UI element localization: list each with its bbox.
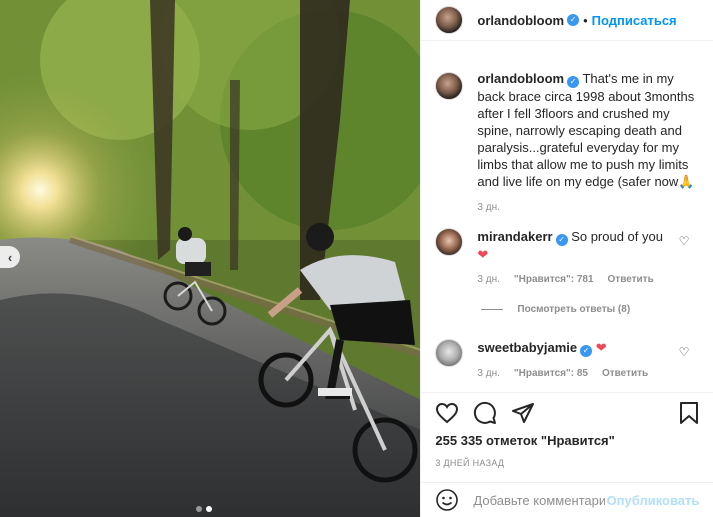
caption-username[interactable]: orlandobloom [477, 71, 564, 86]
author-avatar[interactable] [435, 6, 464, 34]
verified-icon: ✓ [580, 345, 593, 357]
comment-input[interactable] [471, 491, 607, 509]
comment-like-heart-icon[interactable]: ♡ [679, 345, 690, 359]
post-header: orlandobloom ✓ • Подписаться [421, 0, 713, 41]
reply-button[interactable]: Ответить [608, 271, 654, 288]
caption-text-block: orlandobloom ✓ That's me in my back brace… [477, 70, 703, 190]
post-actions-section: 255 335 отметок "Нравится" 3 ДНЕЙ НАЗАД [421, 392, 713, 468]
cycling-photo [0, 0, 421, 517]
verified-icon: ✓ [555, 234, 568, 246]
reply-button[interactable]: Ответить [602, 365, 648, 382]
comment-text: So proud of you [571, 229, 663, 244]
likes-count[interactable]: 255 335 отметок "Нравится" [421, 433, 713, 448]
comment-item: mirandakerr ✓ So proud of you ❤ 3 дн. "Нр… [435, 228, 703, 288]
red-heart-emoji: ❤ [477, 247, 489, 262]
header-separator: • [583, 12, 588, 28]
comment-likes[interactable]: "Нравится": 85 [514, 365, 588, 382]
comment-item: sweetbabyjamie ✓ ❤ 3 дн. "Нравится": 85 О… [435, 339, 703, 382]
view-replies-button[interactable]: Посмотреть ответы (8) [481, 304, 630, 315]
red-heart-emoji: ❤ [595, 340, 607, 355]
post-side-panel: orlandobloom ✓ • Подписаться orlandobloo… [420, 0, 713, 517]
comment-username[interactable]: sweetbabyjamie [477, 340, 577, 355]
comment-likes[interactable]: "Нравится": 781 [514, 271, 594, 288]
publish-button[interactable]: Опубликовать [607, 493, 700, 508]
follow-button[interactable]: Подписаться [592, 13, 677, 28]
comment-username[interactable]: mirandakerr [477, 229, 552, 244]
carousel-dot [196, 506, 202, 512]
caption-time[interactable]: 3 дн. [477, 202, 703, 213]
comment-meta: 3 дн. "Нравится": 85 Ответить [477, 365, 682, 382]
comment-time[interactable]: 3 дн. [477, 271, 499, 288]
bookmark-icon[interactable] [679, 401, 699, 425]
add-comment-bar: Опубликовать [421, 482, 713, 517]
caption-avatar[interactable] [435, 72, 464, 100]
chevron-left-icon: ‹ [7, 249, 13, 265]
share-icon[interactable] [511, 402, 535, 424]
post-dialog: ‹ orlandobloom ✓ • Подписаться orlandobl… [0, 0, 713, 517]
commenter-avatar[interactable] [435, 339, 464, 367]
comment-meta: 3 дн. "Нравится": 781 Ответить [477, 271, 682, 288]
view-replies-label: Посмотреть ответы (8) [517, 304, 631, 315]
commenter-avatar[interactable] [435, 228, 464, 256]
comment-icon[interactable] [473, 401, 497, 425]
action-bar [421, 393, 713, 433]
post-photo[interactable]: ‹ [0, 0, 421, 517]
author-username[interactable]: orlandobloom [477, 13, 564, 28]
post-timestamp[interactable]: 3 ДНЕЙ НАЗАД [421, 458, 713, 468]
comment-body: mirandakerr ✓ So proud of you ❤ 3 дн. "Нр… [477, 228, 682, 288]
heart-icon[interactable] [435, 402, 459, 424]
carousel-dot-active [206, 506, 212, 512]
verified-icon: ✓ [567, 14, 580, 26]
caption-body: That's me in my back brace circa 1998 ab… [477, 71, 695, 189]
post-caption: orlandobloom ✓ That's me in my back brace… [435, 70, 703, 213]
comment-like-heart-icon[interactable]: ♡ [679, 234, 690, 248]
comment-time[interactable]: 3 дн. [477, 365, 499, 382]
verified-icon: ✓ [567, 76, 580, 88]
carousel-indicator [196, 506, 212, 512]
emoji-icon[interactable] [435, 488, 459, 512]
comment-body: sweetbabyjamie ✓ ❤ 3 дн. "Нравится": 85 О… [477, 339, 682, 382]
replies-divider-line [481, 309, 504, 310]
